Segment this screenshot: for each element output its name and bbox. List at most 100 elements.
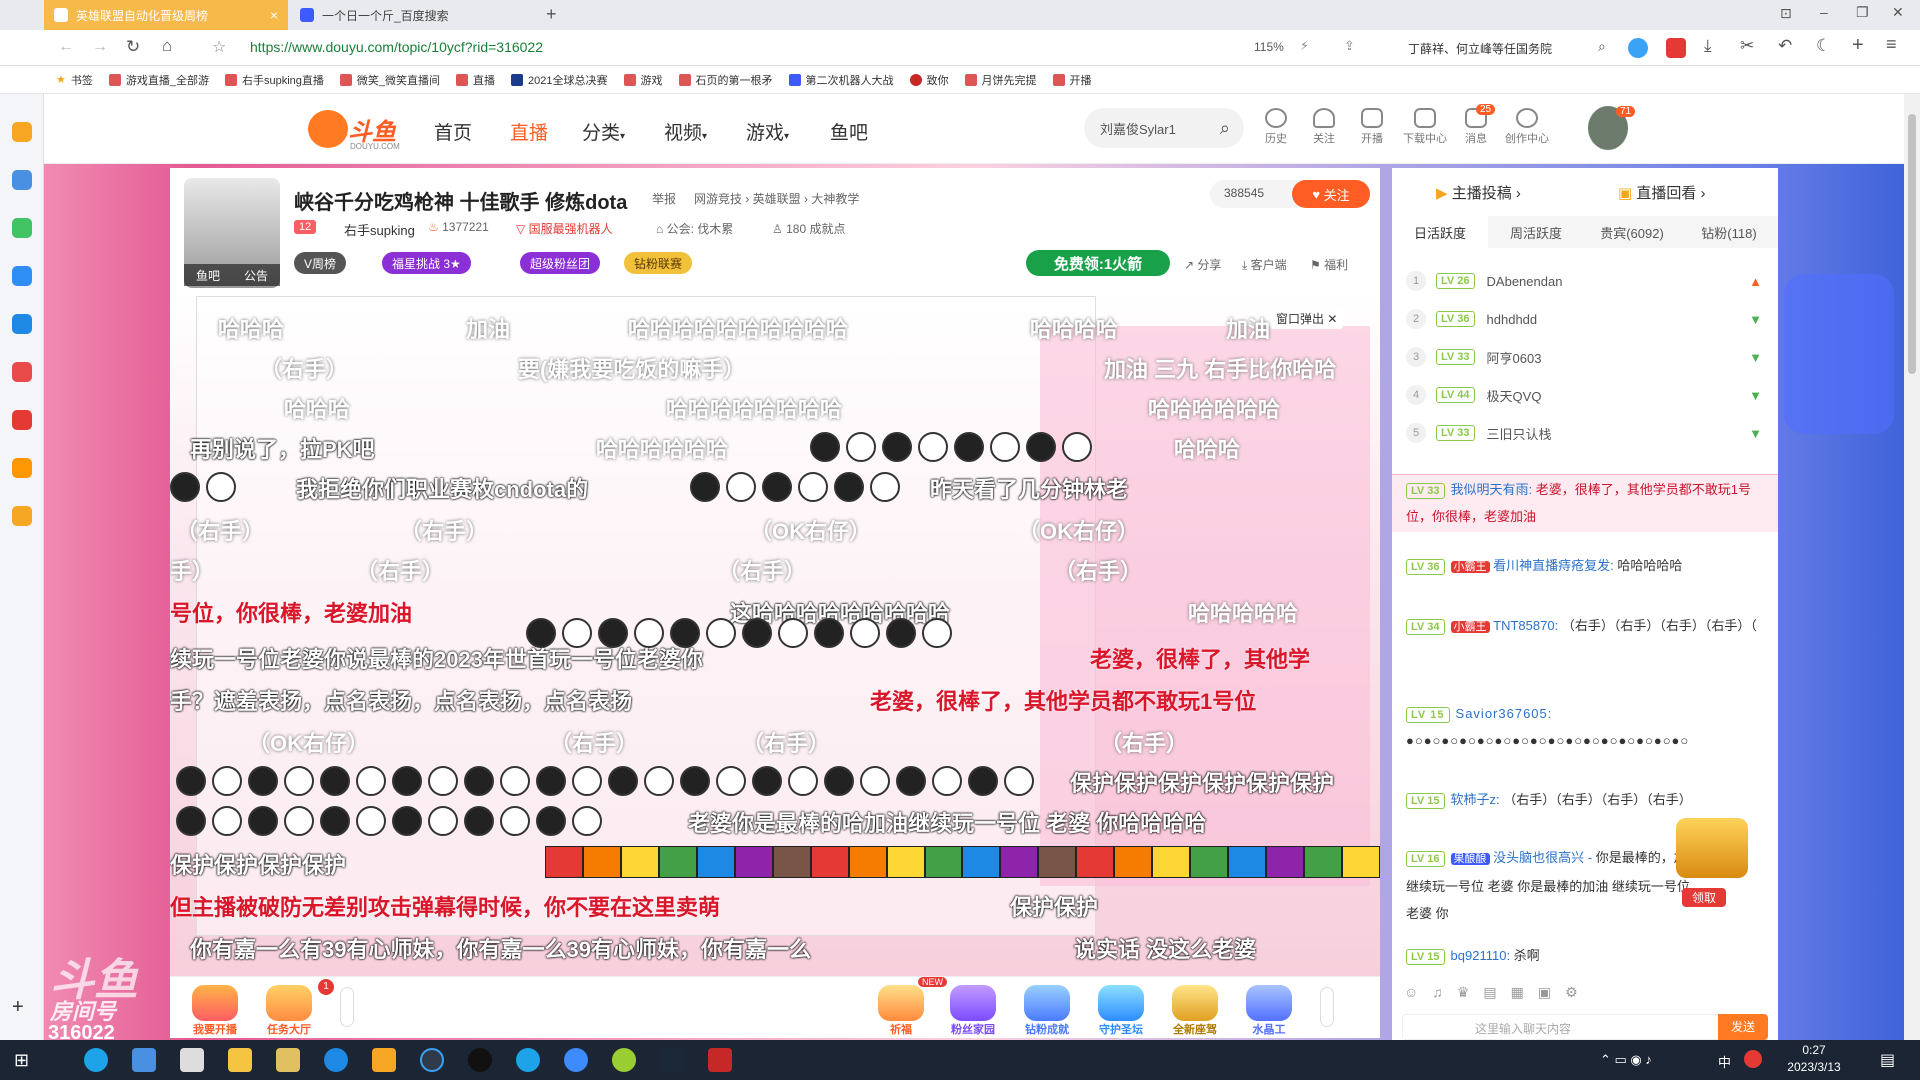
weekly-rank-pill[interactable]: V周榜 [294,252,347,274]
close-window-icon[interactable]: ✕ [1892,4,1904,21]
bookmark-item[interactable]: ★ 书签 [56,72,93,88]
header-broadcast[interactable]: 开播 [1354,108,1390,146]
bookmark-item[interactable]: 2021全球总决赛 [511,72,608,88]
reload-icon[interactable]: ↻ [126,37,140,57]
dock-search-icon[interactable] [12,458,32,478]
follow-button[interactable]: ♥ 关注 [1292,180,1370,208]
app-icon[interactable] [276,1048,300,1072]
back-icon[interactable]: ← [58,38,74,56]
tab-vip[interactable]: 贵宾(6092) [1584,216,1680,248]
dock-clock-icon[interactable] [12,170,32,190]
app-icon[interactable] [420,1048,444,1072]
bookmark-item[interactable]: 石页的第一根矛 [678,72,773,88]
report-link[interactable]: 举报 [652,190,676,207]
bookmark-item[interactable]: 直播 [456,72,495,88]
tab-active[interactable]: 英雄联盟自动化晋级周榜 × [44,0,288,30]
lucky-challenge-pill[interactable]: 福星挑战 3★ [382,252,471,274]
guard-altar-button[interactable]: 守护圣坛 [1090,985,1152,1037]
windows-start-icon[interactable]: ⊞ [14,1050,29,1071]
dock-notes-icon[interactable] [12,506,32,526]
url-field[interactable]: https://www.douyu.com/topic/10ycf?rid=31… [250,39,543,55]
browser-active-icon[interactable] [516,1048,540,1072]
popout-button[interactable]: 窗口弹出 ✕ [1270,308,1344,329]
close-icon[interactable]: × [270,7,278,23]
undo-icon[interactable]: ↶ [1778,36,1792,56]
collapse-toggle[interactable] [340,987,354,1027]
tab-diamond[interactable]: 钻粉(118) [1680,216,1778,248]
avatar-tab-notice[interactable]: 公告 [244,267,268,284]
menu-icon[interactable]: ≡ [1886,34,1897,55]
rank-row[interactable]: 2 LV 36 hdhdhdd ▼ [1406,300,1762,338]
horn-icon[interactable]: ♫ [1432,984,1443,1001]
news-search[interactable]: 丁薛祥、何立峰等任国务院 [1408,40,1552,57]
welfare-button[interactable]: ⚑ 福利 [1310,256,1348,273]
task-hall-button[interactable]: 任务大厅 [258,985,320,1037]
event-banner-image[interactable] [1784,274,1894,434]
fan-group-pill[interactable]: 超级粉丝团 [520,252,601,274]
tools-icon[interactable]: ✂ [1740,36,1754,56]
new-mount-button[interactable]: 全新座驾 [1164,985,1226,1037]
nav-category[interactable]: 分类▾ [582,118,625,145]
nav-video[interactable]: 视频▾ [664,118,707,145]
qq-icon[interactable] [468,1048,492,1072]
dock-add-icon[interactable]: + [12,996,24,1019]
rank-row[interactable]: 5 LV 33 三旧只认栈 ▼ [1406,414,1762,452]
bookmark-item[interactable]: 开播 [1052,72,1092,88]
minimize-icon[interactable]: – [1820,4,1828,20]
search-icon[interactable]: ⌕ [1598,38,1606,55]
bookmark-item[interactable]: 微笑_微笑直播间 [339,72,440,88]
lightning-icon[interactable]: ⚡ [1300,38,1309,54]
nav-live[interactable]: 直播 [510,118,548,145]
star-icon[interactable]: ☆ [212,37,226,57]
nav-game[interactable]: 游戏▾ [746,118,789,145]
treasure-chest-icon[interactable] [1676,818,1748,878]
app-icon[interactable] [612,1048,636,1072]
clock-date[interactable]: 2023/3/13 [1774,1060,1854,1074]
avatar-tab-fishbar[interactable]: 鱼吧 [196,267,220,284]
tab-daily[interactable]: 日活跃度 [1392,216,1488,248]
zoom-level[interactable]: 115% [1254,40,1284,54]
bookmark-item[interactable]: 右手supking直播 [225,72,324,88]
pray-button[interactable]: 祈福 [870,985,932,1037]
page-scrollbar[interactable] [1904,94,1920,1040]
dock-wechat-icon[interactable] [12,218,32,238]
tab-weekly[interactable]: 周活跃度 [1488,216,1584,248]
header-download[interactable]: 下载中心 [1402,108,1448,146]
bookmark-item[interactable]: 月饼先完提 [964,72,1037,88]
emoji-icon[interactable]: ☺ [1404,984,1418,1001]
clock-time[interactable]: 0:27 [1784,1043,1844,1057]
header-follow[interactable]: 关注 [1306,108,1342,146]
free-gift-button[interactable]: 免费领:1火箭 [1026,250,1170,276]
extension-icon[interactable] [1628,38,1648,58]
night-mode-icon[interactable]: ☾ [1816,36,1831,56]
sogou-icon[interactable] [1744,1050,1762,1068]
share-button[interactable]: ↗ 分享 [1184,256,1221,273]
tab-baidu[interactable]: 一个日一个斤_百度搜索 [290,0,534,30]
scrollbar-thumb[interactable] [1908,114,1916,374]
browser-icon[interactable] [324,1048,348,1072]
ime-indicator[interactable]: 中 [1718,1052,1731,1071]
nav-fishbar[interactable]: 鱼吧 [830,118,868,145]
diamond-achievement-button[interactable]: 钻粉成就 [1016,985,1078,1037]
add-icon[interactable]: + [1852,34,1864,57]
app-icon[interactable] [708,1048,732,1072]
send-button[interactable]: 发送 [1718,1014,1768,1040]
dock-weibo-icon[interactable] [12,362,32,382]
honor-label[interactable]: ▽ 国服最强机器人 [516,220,613,237]
tray-icons[interactable]: ⌃ ▭ ◉ ♪ [1600,1052,1652,1068]
room-category[interactable]: 网游竞技 › 英雄联盟 › 大神教学 [694,190,859,207]
nav-home[interactable]: 首页 [434,118,472,145]
rank-row[interactable]: 3 LV 33 阿亨0603 ▼ [1406,338,1762,376]
bookmark-item[interactable]: 游戏直播_全部游 [108,72,209,88]
copy-icon[interactable]: ▤ [1483,984,1496,1001]
start-broadcast-button[interactable]: 我要开播 [184,985,246,1037]
fan-home-button[interactable]: 粉丝家园 [942,985,1004,1037]
clear-icon[interactable]: ▦ [1511,984,1524,1001]
expand-toggle[interactable] [1320,987,1334,1027]
mail-icon[interactable] [180,1048,204,1072]
diamond-league-pill[interactable]: 钻粉联赛 [624,252,693,274]
dock-game-icon[interactable] [12,266,32,286]
dock-pdf-icon[interactable] [12,410,32,430]
rank-row[interactable]: 4 LV 44 极天QVQ ▼ [1406,376,1762,414]
streamer-posts-link[interactable]: ▶ 主播投稿 › [1436,182,1521,203]
